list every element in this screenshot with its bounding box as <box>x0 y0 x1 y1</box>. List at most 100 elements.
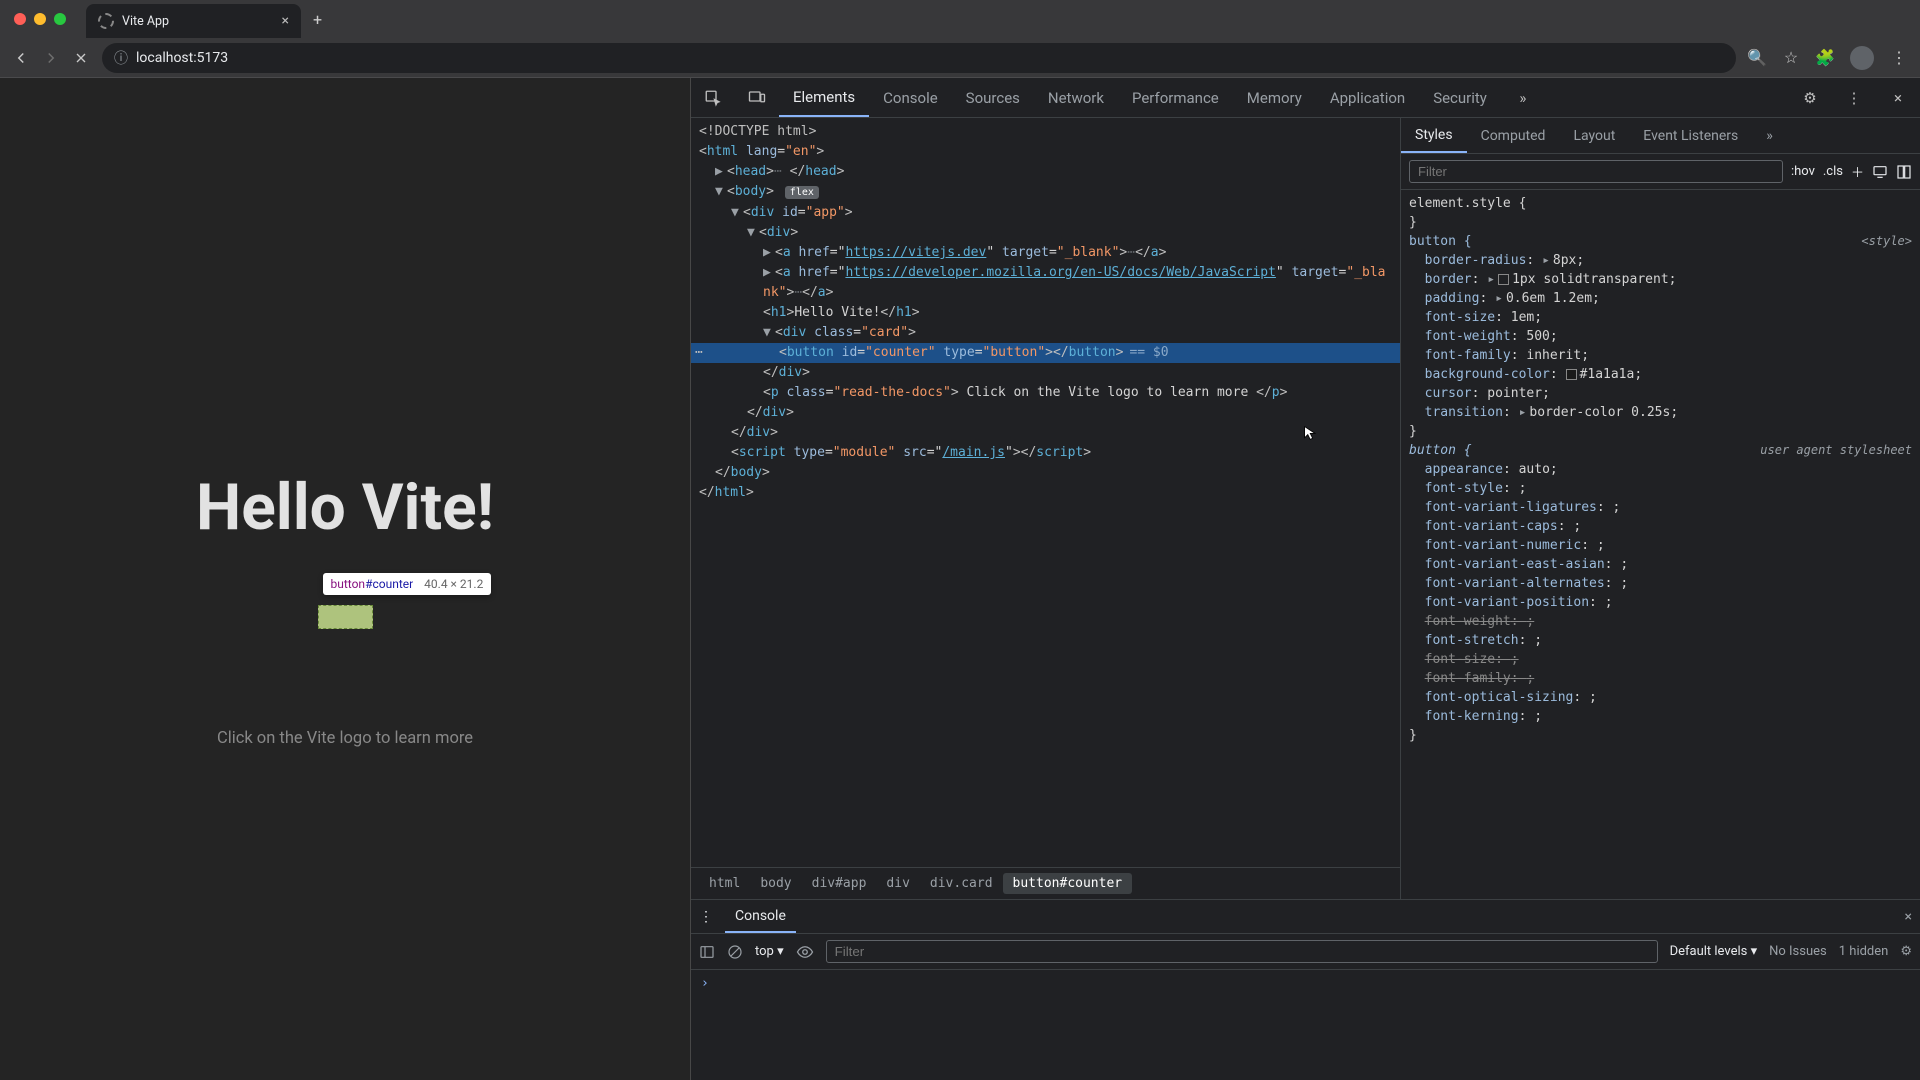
tab-title: Vite App <box>122 14 169 29</box>
window-titlebar: Vite App × + <box>0 0 1920 38</box>
inspect-overlay: button#counter 40.4 × 21.2 <box>318 605 373 629</box>
dom-line-selected[interactable]: ⋯<button id="counter" type="button"></bu… <box>691 343 1400 363</box>
device-toolbar-icon[interactable] <box>735 78 779 117</box>
dom-line[interactable]: ▶<a href="https://vitejs.dev" target="_b… <box>691 243 1400 263</box>
console-drawer: ⋮ Console × top ▾ Default levels ▾ No Is… <box>691 899 1920 1080</box>
page-heading: Hello Vite! <box>196 470 494 545</box>
device-emulation-icon[interactable] <box>1872 164 1888 180</box>
dom-line[interactable]: <h1>Hello Vite!</h1> <box>691 303 1400 323</box>
reload-stop-button[interactable] <box>72 49 90 67</box>
styles-toolbar: :hov .cls ＋ <box>1401 154 1920 190</box>
breadcrumb-item[interactable]: body <box>750 873 801 894</box>
styles-tab-event-listeners[interactable]: Event Listeners <box>1629 118 1752 153</box>
close-devtools-icon[interactable]: × <box>1876 78 1920 117</box>
dom-line[interactable]: ▼<div> <box>691 223 1400 243</box>
traffic-lights <box>0 13 66 25</box>
context-selector[interactable]: top ▾ <box>755 944 784 959</box>
hov-toggle[interactable]: :hov <box>1791 164 1815 179</box>
new-tab-button[interactable]: + <box>301 10 334 29</box>
breadcrumb-item[interactable]: div.card <box>920 873 1003 894</box>
styles-panel: StylesComputedLayoutEvent Listeners» :ho… <box>1400 118 1920 899</box>
styles-more-tabs-icon[interactable]: » <box>1752 118 1787 153</box>
browser-toolbar: ⓘ localhost:5173 🔍 ☆ 🧩 ⋮ <box>0 38 1920 78</box>
styles-body[interactable]: element.style {}button {<style> border-r… <box>1401 190 1920 899</box>
extensions-icon[interactable]: 🧩 <box>1816 49 1834 67</box>
dom-line[interactable]: ▼<div id="app"> <box>691 203 1400 223</box>
devtools-tabs: ElementsConsoleSourcesNetworkPerformance… <box>691 78 1920 118</box>
dom-line[interactable]: </body> <box>691 463 1400 483</box>
inspect-highlight[interactable] <box>318 605 373 629</box>
cls-toggle[interactable]: .cls <box>1823 164 1843 179</box>
devtools-tab-sources[interactable]: Sources <box>952 78 1034 117</box>
devtools: ElementsConsoleSourcesNetworkPerformance… <box>690 78 1920 1080</box>
console-filter-input[interactable] <box>826 940 1658 963</box>
drawer-menu-icon[interactable]: ⋮ <box>699 909 713 925</box>
dom-line[interactable]: ▶<head>⋯ </head> <box>691 162 1400 182</box>
breadcrumb-item[interactable]: div <box>876 873 919 894</box>
dom-line[interactable]: ▼<div class="card"> <box>691 323 1400 343</box>
forward-button[interactable] <box>42 49 60 67</box>
menu-icon[interactable]: ⋮ <box>1890 49 1908 67</box>
styles-tab-layout[interactable]: Layout <box>1559 118 1629 153</box>
dom-line[interactable]: </div> <box>691 423 1400 443</box>
dom-line[interactable]: ▼<body> flex <box>691 182 1400 203</box>
devtools-menu-icon[interactable]: ⋮ <box>1832 78 1876 117</box>
url-field[interactable]: ⓘ localhost:5173 <box>102 43 1736 73</box>
styles-tab-computed[interactable]: Computed <box>1467 118 1560 153</box>
breadcrumb[interactable]: htmlbodydiv#appdivdiv.cardbutton#counter <box>691 867 1400 899</box>
toolbar-right: 🔍 ☆ 🧩 ⋮ <box>1748 46 1908 70</box>
dom-line[interactable]: <html lang="en"> <box>691 142 1400 162</box>
breadcrumb-item[interactable]: button#counter <box>1003 873 1133 894</box>
new-style-rule-icon[interactable]: ＋ <box>1851 162 1864 181</box>
dom-line[interactable]: </div> <box>691 403 1400 423</box>
browser-tab[interactable]: Vite App × <box>86 4 301 38</box>
traffic-max[interactable] <box>54 13 66 25</box>
site-info-icon[interactable]: ⓘ <box>114 48 128 68</box>
inspect-element-icon[interactable] <box>691 78 735 117</box>
elements-tree[interactable]: <!DOCTYPE html><html lang="en">▶<head>⋯ … <box>691 118 1400 867</box>
devtools-tab-network[interactable]: Network <box>1034 78 1118 117</box>
favicon-loading-icon <box>98 13 114 29</box>
inspect-tooltip: button#counter 40.4 × 21.2 <box>323 573 492 595</box>
url-text: localhost:5173 <box>136 50 228 66</box>
page-preview: Hello Vite! button#counter 40.4 × 21.2 C… <box>0 78 690 1080</box>
console-prompt-icon: › <box>701 976 709 991</box>
devtools-tab-elements[interactable]: Elements <box>779 78 869 117</box>
bookmark-icon[interactable]: ☆ <box>1782 49 1800 67</box>
settings-icon[interactable]: ⚙ <box>1788 78 1832 117</box>
console-tab[interactable]: Console <box>725 900 796 933</box>
dom-line[interactable]: ▶<a href="https://developer.mozilla.org/… <box>691 263 1400 303</box>
log-levels[interactable]: Default levels ▾ <box>1670 944 1758 959</box>
dom-line[interactable]: <p class="read-the-docs"> Click on the V… <box>691 383 1400 403</box>
live-expression-icon[interactable] <box>796 943 814 961</box>
styles-filter-input[interactable] <box>1409 160 1783 183</box>
back-button[interactable] <box>12 49 30 67</box>
devtools-tab-application[interactable]: Application <box>1316 78 1419 117</box>
mouse-cursor-icon <box>1303 425 1319 441</box>
console-settings-icon[interactable]: ⚙ <box>1900 944 1912 959</box>
dom-line[interactable]: </html> <box>691 483 1400 503</box>
sidebar-toggle-icon[interactable] <box>699 944 715 960</box>
devtools-tab-console[interactable]: Console <box>869 78 952 117</box>
clear-console-icon[interactable] <box>727 944 743 960</box>
more-tabs-icon[interactable]: » <box>1501 78 1545 117</box>
traffic-close[interactable] <box>14 13 26 25</box>
devtools-tab-memory[interactable]: Memory <box>1233 78 1316 117</box>
profile-avatar[interactable] <box>1850 46 1874 70</box>
devtools-tab-security[interactable]: Security <box>1419 78 1501 117</box>
dom-line[interactable]: </div> <box>691 363 1400 383</box>
breadcrumb-item[interactable]: html <box>699 873 750 894</box>
styles-tabs: StylesComputedLayoutEvent Listeners» <box>1401 118 1920 154</box>
toggle-computed-icon[interactable] <box>1896 164 1912 180</box>
traffic-min[interactable] <box>34 13 46 25</box>
console-output[interactable]: › <box>691 970 1920 1080</box>
close-drawer-icon[interactable]: × <box>1905 909 1912 925</box>
breadcrumb-item[interactable]: div#app <box>802 873 877 894</box>
styles-tab-styles[interactable]: Styles <box>1401 118 1467 153</box>
dom-line[interactable]: <!DOCTYPE html> <box>691 122 1400 142</box>
zoom-icon[interactable]: 🔍 <box>1748 49 1766 67</box>
dom-line[interactable]: <script type="module" src="/main.js"></s… <box>691 443 1400 463</box>
devtools-tab-performance[interactable]: Performance <box>1118 78 1233 117</box>
close-tab-icon[interactable]: × <box>282 13 289 29</box>
issues-indicator[interactable]: No Issues <box>1769 944 1827 959</box>
